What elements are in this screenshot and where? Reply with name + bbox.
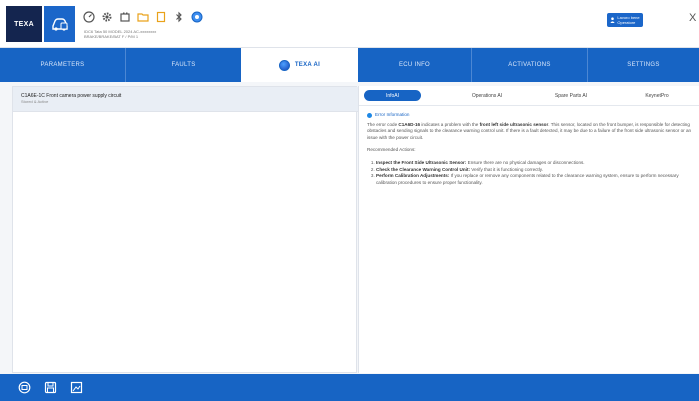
error-text-part: The error code [367,121,399,127]
fault-list-panel: C1A6E-1C Front camera power supply circu… [12,86,358,373]
section-header: Error Information [367,112,695,119]
subtab-keynetpro[interactable]: KeynetPro [621,90,693,101]
action-item: Perform Calibration Adjustments: If you … [376,173,695,186]
ai-subtab-bar: InfoAI Operations AI Spare Parts AI Keyn… [359,86,699,106]
error-text-part: indicates a problem with the [420,121,480,127]
settings-gear-icon[interactable] [100,10,114,24]
fault-status: Stored & Active [21,99,49,104]
ai-info-panel: InfoAI Operations AI Spare Parts AI Keyn… [358,86,699,373]
subtab-info-ai[interactable]: InfoAI [364,90,421,101]
actions-list: Inspect the Front Side Ultrasonic Sensor… [367,160,695,186]
user-account-button[interactable]: Lavoro bene Operatore [607,13,643,27]
battery-icon[interactable] [118,10,132,24]
action-text: Verify that it is functioning correctly. [470,166,543,172]
tab-parameters[interactable]: PARAMETERS [0,48,126,82]
vehicle-info: IDC6 Tata 50 MODEL 2024 AC-xxxxxxxx BRAK… [84,29,194,39]
tab-faults[interactable]: FAULTS [126,48,241,82]
texa-logo: TEXA [6,6,42,42]
sensor-name: front left side ultrasonic sensor [479,121,549,127]
bluetooth-icon[interactable] [172,10,186,24]
error-description: The error code C1A6D-16 indicates a prob… [367,122,695,142]
texa-ai-icon [278,59,290,71]
gauge-icon[interactable] [82,10,96,24]
vehicle-info-line2: BRAKE/BRAKE/BAT F / P/M 1 [84,34,139,39]
action-item: Inspect the Front Side Ultrasonic Sensor… [376,160,695,167]
tab-settings[interactable]: SETTINGS [588,48,699,82]
tab-ecu-info[interactable]: ECU INFO [358,48,472,82]
image-capture-icon[interactable] [70,381,83,394]
action-title: Check the Clearance Warning Control Unit… [376,166,471,172]
fault-list-item[interactable]: C1A6E-1C Front camera power supply circu… [13,87,358,112]
vehicle-selection-button[interactable] [44,6,75,42]
info-icon [367,112,372,118]
user-icon [610,17,616,23]
car-icon [51,18,68,31]
section-title: Error Information [375,112,410,117]
action-title: Perform Calibration Adjustments: [376,173,450,179]
action-text: Ensure there are no physical damages or … [466,159,585,165]
action-title: Inspect the Front Side Ultrasonic Sensor… [376,159,467,165]
tab-activations[interactable]: ACTIVATIONS [472,48,588,82]
main-tab-bar: PARAMETERS FAULTS TEXA AI ECU INFO ACTIV… [0,48,699,82]
tab-texa-ai-label: TEXA AI [294,62,321,68]
print-icon[interactable] [18,381,31,394]
tool-icons [82,10,204,26]
user-button-line2: Operatore [617,20,636,25]
actions-title: Recommended Actions: [367,147,416,153]
document-icon[interactable] [154,10,168,24]
top-header: TEXA IDC6 Tata 50 MODEL 2024 AC-xxxxxxxx… [0,0,699,48]
subtab-operations-ai[interactable]: Operations AI [451,90,523,101]
tab-texa-ai[interactable]: TEXA AI [241,48,358,82]
error-code: C1A6D-16 [398,121,421,127]
save-icon[interactable] [44,381,57,394]
bottom-toolbar [0,374,699,401]
folder-icon[interactable] [136,10,150,24]
ai-content: Error Information The error code C1A6D-1… [367,112,695,186]
ai-assistant-icon[interactable] [190,10,204,24]
close-button[interactable]: X [689,12,696,24]
action-item: Check the Clearance Warning Control Unit… [376,167,695,174]
subtab-spare-parts-ai[interactable]: Spare Parts AI [535,90,607,101]
